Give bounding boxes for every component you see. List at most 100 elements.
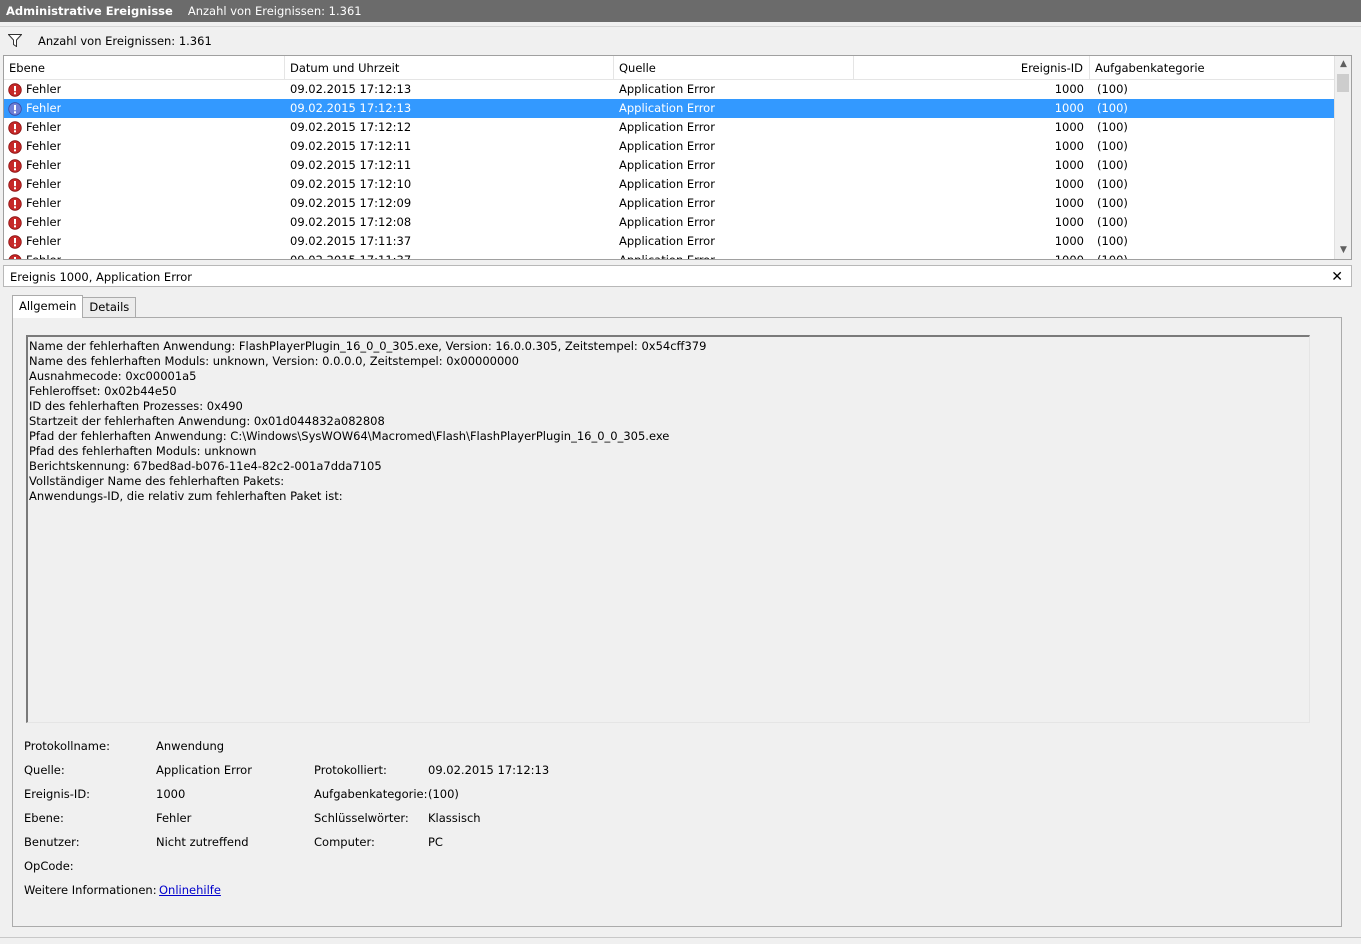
- error-icon: [8, 139, 22, 154]
- prop-label-aufgabenkategorie: Aufgabenkategorie:: [314, 787, 428, 801]
- scroll-up-icon[interactable]: ▲: [1335, 56, 1351, 73]
- cell-level-text: Fehler: [26, 120, 62, 134]
- cell-level-text: Fehler: [26, 158, 62, 172]
- cell-datetime: 09.02.2015 17:12:10: [290, 177, 412, 191]
- table-scrollbar[interactable]: ▲ ▼: [1334, 56, 1351, 259]
- cell-source: Application Error: [619, 234, 715, 248]
- prop-label-computer: Computer:: [314, 835, 375, 849]
- cell-datetime: 09.02.2015 17:12:11: [290, 158, 412, 172]
- cell-event-id: 1000: [1054, 253, 1084, 260]
- tab-details[interactable]: Details: [82, 297, 137, 317]
- cell-datetime: 09.02.2015 17:12:13: [290, 101, 412, 115]
- table-row[interactable]: Fehler 09.02.2015 17:11:37 Application Err…: [4, 251, 1335, 260]
- cell-event-id: 1000: [1054, 215, 1084, 229]
- error-icon: [8, 101, 22, 116]
- column-header-quelle[interactable]: Quelle: [614, 56, 854, 80]
- cell-category: (100): [1097, 139, 1128, 153]
- error-icon: [8, 253, 22, 259]
- error-icon: [8, 120, 22, 135]
- prop-value-protokolliert: 09.02.2015 17:12:13: [428, 763, 550, 777]
- message-line: Name der fehlerhaften Anwendung: FlashPl…: [29, 339, 707, 353]
- cell-level-text: Fehler: [26, 234, 62, 248]
- scroll-down-icon[interactable]: ▼: [1335, 242, 1351, 259]
- filter-icon[interactable]: [8, 34, 22, 47]
- column-header-ereignis-id[interactable]: Ereignis-ID: [854, 56, 1090, 80]
- message-line: Fehleroffset: 0x02b44e50: [29, 384, 177, 398]
- prop-value-computer: PC: [428, 835, 443, 849]
- cell-level: Fehler: [8, 213, 61, 232]
- prop-value-aufgabenkategorie: (100): [428, 787, 459, 801]
- table-row[interactable]: Fehler 09.02.2015 17:12:10 Application Err…: [4, 175, 1335, 194]
- cell-level: Fehler: [8, 99, 61, 118]
- prop-label-weitere-informationen: Weitere Informationen:: [24, 883, 157, 897]
- table-row[interactable]: Fehler 09.02.2015 17:11:37 Application Err…: [4, 232, 1335, 251]
- onlinehilfe-link[interactable]: Onlinehilfe: [159, 883, 221, 898]
- table-row[interactable]: Fehler 09.02.2015 17:12:13 Application Err…: [4, 80, 1335, 99]
- message-line: Pfad der fehlerhaften Anwendung: C:\Wind…: [29, 429, 670, 443]
- cell-category: (100): [1097, 177, 1128, 191]
- scroll-thumb[interactable]: [1337, 74, 1349, 92]
- prop-value-ereignis-id: 1000: [156, 787, 186, 801]
- table-row[interactable]: Fehler 09.02.2015 17:12:09 Application Err…: [4, 194, 1335, 213]
- cell-event-id: 1000: [1054, 82, 1084, 96]
- cell-source: Application Error: [619, 253, 715, 260]
- column-header-ebene[interactable]: Ebene: [4, 56, 285, 80]
- cell-source: Application Error: [619, 215, 715, 229]
- prop-value-ebene: Fehler: [156, 811, 192, 825]
- events-table: Ebene Datum und Uhrzeit Quelle Ereignis-…: [3, 55, 1352, 260]
- cell-level-text: Fehler: [26, 101, 62, 115]
- title-bar: Administrative Ereignisse Anzahl von Ere…: [0, 0, 1361, 22]
- cell-datetime: 09.02.2015 17:12:09: [290, 196, 412, 210]
- event-message-box[interactable]: Name der fehlerhaften Anwendung: FlashPl…: [26, 335, 1310, 723]
- cell-level: Fehler: [8, 175, 61, 194]
- message-line: Berichtskennung: 67bed8ad-b076-11e4-82c2…: [29, 459, 382, 473]
- error-icon: [8, 215, 22, 230]
- filter-bar: Anzahl von Ereignissen: 1.361: [0, 26, 1361, 54]
- detail-tabs: Allgemein Details: [12, 295, 137, 318]
- column-header-aufgabenkategorie[interactable]: Aufgabenkategorie: [1090, 56, 1335, 80]
- error-icon: [8, 234, 22, 249]
- cell-event-id: 1000: [1054, 177, 1084, 191]
- message-line: Ausnahmecode: 0xc00001a5: [29, 369, 197, 383]
- prop-value-schluesselwoerter: Klassisch: [428, 811, 481, 825]
- error-icon: [8, 158, 22, 173]
- prop-label-schluesselwoerter: Schlüsselwörter:: [314, 811, 409, 825]
- cell-category: (100): [1097, 82, 1128, 96]
- message-line: Name des fehlerhaften Moduls: unknown, V…: [29, 354, 519, 368]
- message-line: Startzeit der fehlerhaften Anwendung: 0x…: [29, 414, 385, 428]
- table-row[interactable]: Fehler 09.02.2015 17:12:11 Application Err…: [4, 156, 1335, 175]
- status-strip: [0, 937, 1361, 944]
- cell-event-id: 1000: [1054, 101, 1084, 115]
- column-header-datum[interactable]: Datum und Uhrzeit: [285, 56, 614, 80]
- cell-datetime: 09.02.2015 17:11:37: [290, 234, 412, 248]
- message-line: ID des fehlerhaften Prozesses: 0x490: [29, 399, 243, 413]
- cell-level-text: Fehler: [26, 139, 62, 153]
- cell-level-text: Fehler: [26, 215, 62, 229]
- table-row[interactable]: Fehler 09.02.2015 17:12:12 Application Err…: [4, 118, 1335, 137]
- table-row[interactable]: Fehler 09.02.2015 17:12:08 Application Err…: [4, 213, 1335, 232]
- cell-event-id: 1000: [1054, 158, 1084, 172]
- cell-category: (100): [1097, 158, 1128, 172]
- cell-category: (100): [1097, 215, 1128, 229]
- cell-category: (100): [1097, 234, 1128, 248]
- cell-level: Fehler: [8, 251, 62, 260]
- prop-label-ebene: Ebene:: [24, 811, 64, 825]
- table-row[interactable]: Fehler 09.02.2015 17:12:11 Application Err…: [4, 137, 1335, 156]
- cell-datetime: 09.02.2015 17:12:08: [290, 215, 412, 229]
- prop-label-protokolliert: Protokolliert:: [314, 763, 387, 777]
- cell-category: (100): [1097, 120, 1128, 134]
- cell-level-text: Fehler: [26, 177, 62, 191]
- table-row[interactable]: Fehler 09.02.2015 17:12:13 Application Err…: [4, 99, 1335, 118]
- close-icon[interactable]: ✕: [1331, 266, 1343, 288]
- cell-level: Fehler: [8, 80, 61, 99]
- cell-level-text: Fehler: [26, 253, 62, 260]
- tab-allgemein[interactable]: Allgemein: [12, 295, 84, 318]
- prop-label-benutzer: Benutzer:: [24, 835, 80, 849]
- cell-source: Application Error: [619, 82, 715, 96]
- title-main: Administrative Ereignisse: [6, 4, 173, 18]
- prop-value-protokollname: Anwendung: [156, 739, 225, 753]
- prop-label-protokollname: Protokollname:: [24, 739, 110, 753]
- prop-value-quelle: Application Error: [156, 763, 252, 777]
- message-line: Anwendungs-ID, die relativ zum fehlerhaf…: [29, 489, 343, 503]
- cell-source: Application Error: [619, 120, 715, 134]
